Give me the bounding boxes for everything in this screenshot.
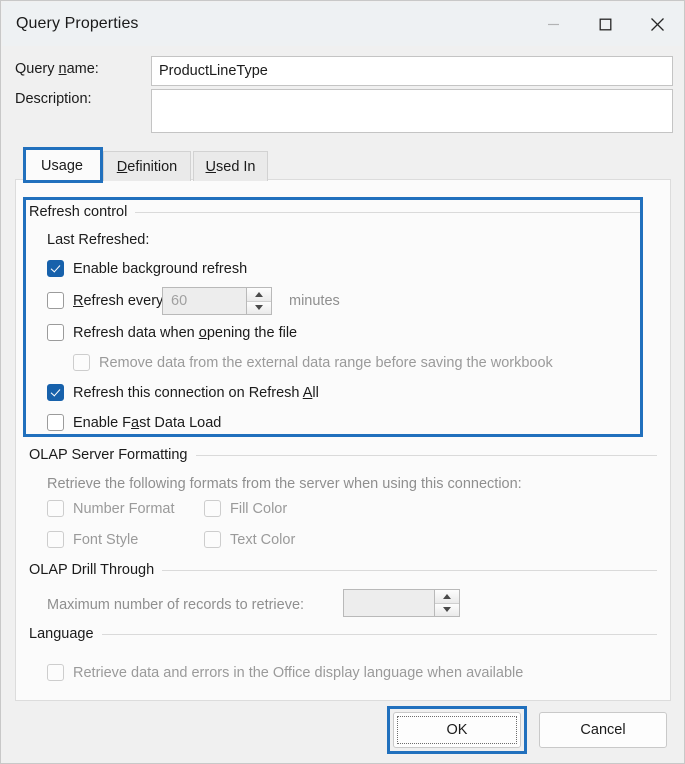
olap-number-format-row: Number Format [47, 500, 175, 517]
stepper-up-icon [435, 590, 459, 603]
olap-font-style-label: Font Style [73, 531, 139, 548]
query-name-input[interactable] [151, 56, 673, 86]
remove-data-label: Remove data from the external data range… [99, 354, 553, 371]
tab-usage-label: Usage [41, 157, 83, 174]
window-title: Query Properties [16, 15, 139, 32]
refresh-interval-value: 60 [171, 293, 188, 309]
refresh-all-checkbox[interactable] [47, 384, 64, 401]
tab-strip: Usage Definition Used In [23, 149, 270, 181]
stepper-down-icon[interactable] [247, 300, 271, 314]
tab-panel [15, 179, 671, 701]
tab-used-in[interactable]: Used In [193, 151, 268, 181]
minutes-label: minutes [289, 293, 340, 309]
refresh-on-open-row[interactable]: Refresh data when opening the file [47, 324, 297, 341]
group-rule [135, 211, 641, 213]
olap-fill-color-row: Fill Color [204, 500, 287, 517]
language-title: Language [29, 626, 94, 642]
refresh-control-title: Refresh control [29, 204, 128, 220]
stepper-up-icon[interactable] [247, 288, 271, 301]
remove-data-row: Remove data from the external data range… [73, 354, 553, 371]
refresh-every-label: Refresh every [73, 292, 164, 309]
group-rule [162, 569, 657, 571]
refresh-every-row[interactable]: Refresh every [47, 292, 163, 309]
ok-button[interactable]: OK [393, 712, 521, 748]
tab-definition-label: Definition [116, 158, 178, 175]
olap-text-color-row: Text Color [204, 531, 295, 548]
fast-data-load-label: Enable Fast Data Load [73, 414, 222, 431]
olap-fill-color-checkbox [204, 500, 221, 517]
window-controls [527, 2, 683, 46]
max-records-stepper-buttons [434, 590, 459, 616]
stepper-down-icon [435, 602, 459, 616]
olap-formatting-group-header: OLAP Server Formatting [29, 447, 657, 463]
query-name-row: Query name: [15, 56, 151, 77]
description-input[interactable] [151, 89, 673, 133]
olap-number-format-label: Number Format [73, 500, 175, 517]
cancel-button-label: Cancel [580, 722, 626, 738]
tab-used-in-label: Used In [205, 158, 256, 175]
refresh-on-open-label: Refresh data when opening the file [73, 324, 298, 341]
title-bar: Query Properties [2, 2, 683, 46]
minimize-icon[interactable] [527, 2, 579, 46]
fast-data-load-row[interactable]: Enable Fast Data Load [47, 414, 221, 431]
refresh-on-open-checkbox[interactable] [47, 324, 64, 341]
maximize-icon[interactable] [579, 2, 631, 46]
olap-font-style-row: Font Style [47, 531, 138, 548]
description-label: Description: [15, 91, 92, 107]
description-row: Description: [15, 91, 151, 107]
olap-drill-through-title: OLAP Drill Through [29, 562, 155, 578]
remove-data-checkbox [73, 354, 90, 371]
language-retrieve-checkbox [47, 664, 64, 681]
refresh-interval-stepper-buttons [246, 288, 271, 314]
last-refreshed-label: Last Refreshed: [47, 232, 150, 248]
fast-data-load-checkbox[interactable] [47, 414, 64, 431]
olap-number-format-checkbox [47, 500, 64, 517]
max-records-value [344, 590, 434, 616]
query-name-label: Query name: [15, 61, 99, 77]
cancel-button[interactable]: Cancel [539, 712, 667, 748]
refresh-all-label: Refresh this connection on Refresh All [73, 384, 319, 401]
enable-background-refresh-row[interactable]: Enable background refresh [47, 260, 247, 277]
max-records-stepper [343, 589, 460, 617]
olap-font-style-checkbox [47, 531, 64, 548]
olap-formatting-description: Retrieve the following formats from the … [47, 476, 522, 492]
olap-text-color-checkbox [204, 531, 221, 548]
olap-drill-through-group-header: OLAP Drill Through [29, 562, 657, 578]
tab-usage[interactable]: Usage [23, 149, 101, 181]
olap-formatting-title: OLAP Server Formatting [29, 447, 188, 463]
max-records-label: Maximum number of records to retrieve: [47, 597, 305, 613]
focus-ring [397, 716, 517, 744]
language-group-header: Language [29, 626, 657, 642]
enable-background-refresh-label: Enable background refresh [73, 260, 248, 277]
tab-definition[interactable]: Definition [103, 151, 191, 181]
olap-text-color-label: Text Color [230, 531, 296, 548]
language-retrieve-row: Retrieve data and errors in the Office d… [47, 664, 523, 681]
close-icon[interactable] [631, 2, 683, 46]
refresh-every-checkbox[interactable] [47, 292, 64, 309]
language-retrieve-label: Retrieve data and errors in the Office d… [73, 664, 524, 681]
group-rule [101, 633, 657, 635]
query-properties-dialog: Query Properties Query name: Description… [0, 0, 685, 764]
group-rule [195, 454, 657, 456]
refresh-control-group-header: Refresh control [29, 204, 641, 220]
olap-fill-color-label: Fill Color [230, 500, 288, 517]
enable-background-refresh-checkbox[interactable] [47, 260, 64, 277]
refresh-all-row[interactable]: Refresh this connection on Refresh All [47, 384, 319, 401]
refresh-interval-stepper[interactable]: 60 [162, 287, 272, 315]
